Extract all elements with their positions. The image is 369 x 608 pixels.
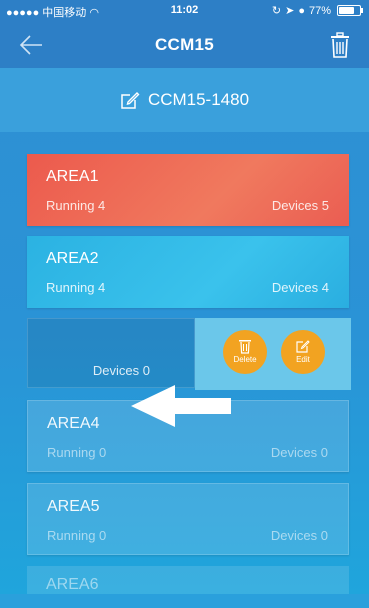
trash-icon — [331, 32, 349, 58]
area-running: Running 0 — [47, 528, 107, 543]
area-devices: Devices 0 — [270, 528, 328, 543]
area-running: Running 4 — [46, 198, 106, 213]
area-name: AREA5 — [47, 498, 100, 515]
location-icon: ➤ — [285, 5, 295, 17]
area-devices: Devices 5 — [271, 198, 329, 213]
edit-icon — [296, 340, 310, 353]
status-right: ↻ ➤ ● 77% — [271, 4, 363, 17]
area-card-area2[interactable]: AREA2 Running 4 Devices 4 — [27, 236, 349, 308]
bottom-strip — [0, 594, 369, 608]
delete-label: Delete — [233, 355, 257, 364]
area-card-swiped[interactable]: Devices 0 — [27, 318, 195, 388]
page-title: CCM15 — [154, 35, 215, 54]
area-devices: Devices 4 — [271, 280, 329, 295]
nav-bar: CCM15 — [0, 22, 369, 68]
edit-area-button[interactable]: Edit — [281, 330, 325, 374]
delete-controller-button[interactable] — [329, 31, 351, 59]
status-bar: ●●●●● 中国移动 ◠ 11:02 ↻ ➤ ● 77% — [0, 0, 369, 22]
edit-label: Edit — [296, 355, 310, 364]
area-name: AREA2 — [46, 250, 99, 267]
area-card-area6[interactable]: AREA6 — [27, 566, 349, 596]
area-name: AREA1 — [46, 168, 99, 185]
area-devices: Devices 0 — [92, 363, 150, 378]
area-devices: Devices 0 — [270, 445, 328, 460]
battery-icon — [337, 5, 363, 16]
controller-name: CCM15-1480 — [147, 90, 250, 109]
controller-name-bar[interactable]: CCM15-1480 — [0, 68, 369, 132]
trash-icon — [239, 340, 251, 354]
battery-percent: 77% — [308, 4, 331, 17]
area-card-area1[interactable]: AREA1 Running 4 Devices 5 — [27, 154, 349, 226]
delete-area-button[interactable]: Delete — [223, 330, 267, 374]
swipe-left-arrow-icon — [131, 385, 231, 427]
area-card-area5[interactable]: AREA5 Running 0 Devices 0 — [27, 483, 349, 555]
lock-rotation-icon: ↻ — [271, 5, 282, 17]
swipe-actions: Delete Edit — [195, 318, 351, 390]
area-name: AREA6 — [46, 576, 99, 593]
edit-icon — [121, 92, 140, 109]
area-running: Running 0 — [47, 445, 107, 460]
area-running: Running 4 — [46, 280, 106, 295]
alarm-icon: ● — [298, 4, 305, 17]
